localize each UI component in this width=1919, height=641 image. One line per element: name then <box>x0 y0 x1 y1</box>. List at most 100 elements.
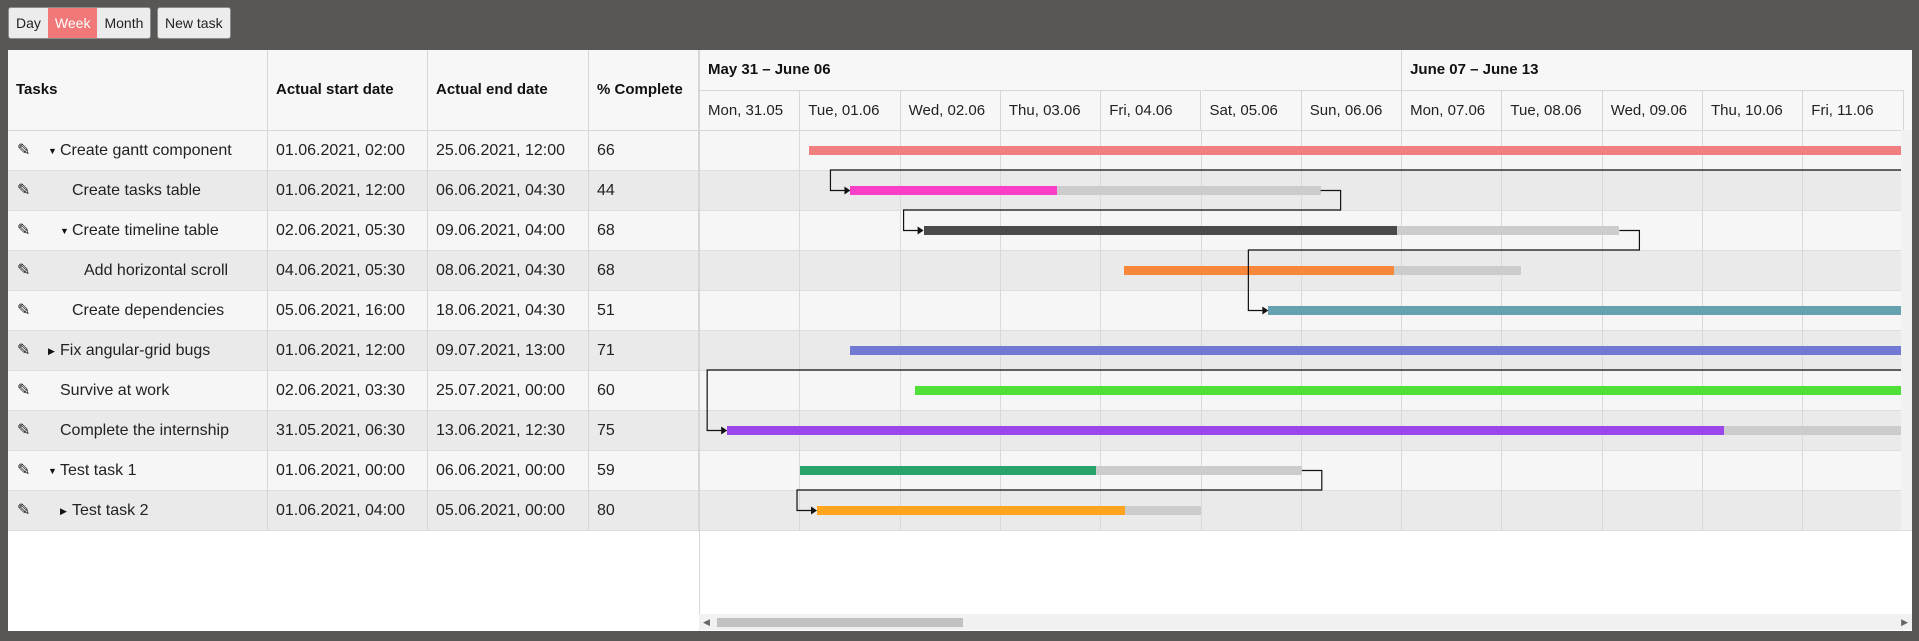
toolbar: Day Week Month New task <box>0 0 1919 50</box>
header-complete[interactable]: % Complete <box>589 50 699 130</box>
task-name-cell: ✎ Survive at work <box>8 371 268 411</box>
start-date-cell: 01.06.2021, 02:00 <box>268 131 428 171</box>
new-task-button[interactable]: New task <box>157 7 231 39</box>
complete-cell: 71 <box>589 331 699 371</box>
complete-cell: 59 <box>589 451 699 491</box>
start-date-cell: 01.06.2021, 12:00 <box>268 331 428 371</box>
view-week-button[interactable]: Week <box>47 8 98 38</box>
edit-pencil-icon[interactable]: ✎ <box>17 131 30 171</box>
task-name: Test task 1 <box>60 462 137 479</box>
task-name: Survive at work <box>60 382 170 399</box>
end-date-cell: 09.06.2021, 04:00 <box>428 211 589 251</box>
dependency-link <box>1247 229 1641 312</box>
timeline-body <box>700 131 1912 531</box>
end-date-cell: 09.07.2021, 13:00 <box>428 331 589 371</box>
table-row[interactable]: ✎ Add horizontal scroll 04.06.2021, 05:3… <box>8 251 699 291</box>
scroll-left-icon[interactable]: ◀ <box>703 614 710 630</box>
start-date-cell: 05.06.2021, 16:00 <box>268 291 428 331</box>
collapse-caret-icon[interactable]: ▼ <box>48 131 57 171</box>
task-name: Test task 2 <box>72 502 149 519</box>
week-label: May 31 – June 06 <box>700 50 1403 90</box>
dependency-links <box>706 169 1912 515</box>
task-name: Fix angular-grid bugs <box>60 342 211 359</box>
dependency-link <box>902 189 1342 232</box>
end-date-cell: 13.06.2021, 12:30 <box>428 411 589 451</box>
table-row[interactable]: ✎ Complete the internship 31.05.2021, 06… <box>8 411 699 451</box>
edit-pencil-icon[interactable]: ✎ <box>17 291 30 331</box>
table-row[interactable]: ✎ Create tasks table 01.06.2021, 12:00 0… <box>8 171 699 211</box>
day-label: Thu, 03.06 <box>1000 90 1102 130</box>
edit-pencil-icon[interactable]: ✎ <box>17 451 30 491</box>
edit-pencil-icon[interactable]: ✎ <box>17 331 30 371</box>
dependency-arrow-icon <box>844 186 851 195</box>
task-name-cell: ✎ Create dependencies <box>8 291 268 331</box>
edit-pencil-icon[interactable]: ✎ <box>17 251 30 291</box>
table-row[interactable]: ✎ ▼ Test task 1 01.06.2021, 00:00 06.06.… <box>8 451 699 491</box>
task-table-header: Tasks Actual start date Actual end date … <box>8 50 699 131</box>
complete-cell: 80 <box>589 491 699 531</box>
task-name: Create gantt component <box>60 142 232 159</box>
dependency-arrow-icon <box>1262 306 1269 315</box>
day-label: Sun, 06.06 <box>1301 90 1403 130</box>
table-row[interactable]: ✎ ▼ Create gantt component 01.06.2021, 0… <box>8 131 699 171</box>
edit-pencil-icon[interactable]: ✎ <box>17 171 30 211</box>
edit-pencil-icon[interactable]: ✎ <box>17 371 30 411</box>
horizontal-scrollbar[interactable]: ◀ ▶ <box>699 614 1912 630</box>
table-row[interactable]: ✎ ▼ Create timeline table 02.06.2021, 05… <box>8 211 699 251</box>
dependency-link <box>829 169 1912 192</box>
edit-pencil-icon[interactable]: ✎ <box>17 211 30 251</box>
complete-cell: 44 <box>589 171 699 211</box>
day-label: Wed, 02.06 <box>900 90 1001 130</box>
week-label: June 07 – June 13 <box>1402 50 1912 90</box>
task-name-cell: ✎ ▶ Test task 2 <box>8 491 268 531</box>
scroll-right-icon[interactable]: ▶ <box>1901 614 1908 630</box>
day-label: Fri, 11.06 <box>1803 90 1904 130</box>
end-date-cell: 18.06.2021, 04:30 <box>428 291 589 331</box>
table-row[interactable]: ✎ ▶ Fix angular-grid bugs 01.06.2021, 12… <box>8 331 699 371</box>
table-row[interactable]: ✎ Create dependencies 05.06.2021, 16:00 … <box>8 291 699 331</box>
dependency-link <box>796 469 1323 512</box>
scrollbar-thumb[interactable] <box>717 618 963 627</box>
header-end-date[interactable]: Actual end date <box>428 50 589 130</box>
day-label: Thu, 10.06 <box>1703 90 1804 130</box>
day-label: Tue, 08.06 <box>1502 90 1603 130</box>
end-date-cell: 25.07.2021, 00:00 <box>428 371 589 411</box>
header-start-date[interactable]: Actual start date <box>268 50 428 130</box>
task-name-cell: ✎ ▶ Fix angular-grid bugs <box>8 331 268 371</box>
gantt-panel: Tasks Actual start date Actual end date … <box>8 50 1912 631</box>
header-tasks[interactable]: Tasks <box>8 50 268 130</box>
start-date-cell: 02.06.2021, 03:30 <box>268 371 428 411</box>
end-date-cell: 05.06.2021, 00:00 <box>428 491 589 531</box>
edit-pencil-icon[interactable]: ✎ <box>17 491 30 531</box>
start-date-cell: 02.06.2021, 05:30 <box>268 211 428 251</box>
edit-pencil-icon[interactable]: ✎ <box>17 411 30 451</box>
expand-caret-icon[interactable]: ▶ <box>48 331 55 371</box>
task-name: Complete the internship <box>60 422 229 439</box>
task-table: Tasks Actual start date Actual end date … <box>8 50 699 531</box>
dependency-link <box>706 369 1912 432</box>
collapse-caret-icon[interactable]: ▼ <box>60 211 69 251</box>
end-date-cell: 06.06.2021, 04:30 <box>428 171 589 211</box>
vertical-scrollbar[interactable] <box>1901 130 1912 530</box>
complete-cell: 66 <box>589 131 699 171</box>
task-name: Create timeline table <box>72 222 219 239</box>
dependency-arrow-icon <box>721 426 728 435</box>
complete-cell: 68 <box>589 251 699 291</box>
view-month-button[interactable]: Month <box>97 8 150 38</box>
collapse-caret-icon[interactable]: ▼ <box>48 451 57 491</box>
task-name: Create dependencies <box>72 302 225 319</box>
task-name-cell: ✎ ▼ Test task 1 <box>8 451 268 491</box>
start-date-cell: 01.06.2021, 12:00 <box>268 171 428 211</box>
complete-cell: 75 <box>589 411 699 451</box>
timeline: May 31 – June 06 June 07 – June 13 Mon, 31… <box>699 50 1912 631</box>
start-date-cell: 01.06.2021, 00:00 <box>268 451 428 491</box>
view-day-button[interactable]: Day <box>9 8 48 38</box>
task-name-cell: ✎ ▼ Create timeline table <box>8 211 268 251</box>
complete-cell: 60 <box>589 371 699 411</box>
end-date-cell: 06.06.2021, 00:00 <box>428 451 589 491</box>
table-row[interactable]: ✎ Survive at work 02.06.2021, 03:30 25.0… <box>8 371 699 411</box>
expand-caret-icon[interactable]: ▶ <box>60 491 67 531</box>
task-name: Add horizontal scroll <box>84 262 229 279</box>
day-label: Tue, 01.06 <box>800 90 901 130</box>
table-row[interactable]: ✎ ▶ Test task 2 01.06.2021, 04:00 05.06.… <box>8 491 699 531</box>
